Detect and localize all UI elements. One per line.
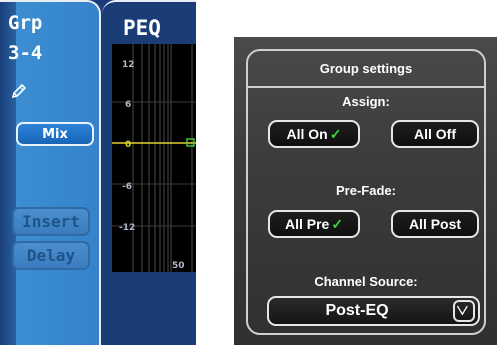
all-post-button[interactable]: All Post (391, 210, 479, 238)
freq-label-50: 50 (172, 261, 185, 271)
db-label-minus-6: -6 (122, 182, 132, 192)
channel-type: Grp (8, 12, 43, 34)
all-on-label: All On (286, 126, 328, 142)
channel-source-label: Channel Source: (314, 274, 418, 289)
assign-label: Assign: (342, 94, 390, 109)
channel-source-value: Post-EQ (325, 302, 389, 319)
pre-fade-label: Pre-Fade: (336, 183, 396, 198)
group-settings-header: Group settings (248, 51, 484, 88)
all-on-button[interactable]: All On ✓ (268, 120, 360, 148)
checkmark-icon: ✓ (331, 216, 344, 232)
insert-button[interactable]: Insert (12, 207, 90, 236)
checkmark-icon: ✓ (329, 126, 342, 142)
channel-panel: Grp 3-4 Mix Insert Delay PEQ 12 6 0 -6 -… (0, 0, 196, 345)
all-off-button[interactable]: All Off (391, 120, 479, 148)
peq-title: PEQ (123, 16, 161, 40)
pencil-icon[interactable] (10, 83, 28, 101)
db-label-6: 6 (125, 100, 131, 110)
db-label-12: 12 (122, 60, 135, 70)
db-label-0: 0 (125, 140, 131, 150)
peq-panel[interactable]: PEQ 12 6 0 -6 -12 50 (102, 0, 196, 345)
delay-button[interactable]: Delay (12, 241, 90, 270)
eq-graph-svg: 12 6 0 -6 -12 50 (112, 44, 196, 272)
all-pre-label: All Pre (284, 216, 330, 232)
chevron-down-icon[interactable] (453, 300, 475, 322)
mix-button[interactable]: Mix (16, 122, 94, 146)
group-settings-title: Group settings (319, 61, 413, 76)
all-pre-button[interactable]: All Pre ✓ (268, 210, 360, 238)
channel-strip: Grp 3-4 Mix Insert Delay (0, 0, 101, 345)
channel-source-dropdown[interactable]: Post-EQ (267, 296, 480, 326)
group-settings-panel: Group settings Assign: All On ✓ All Off P… (234, 37, 497, 345)
eq-graph[interactable]: 12 6 0 -6 -12 50 (112, 44, 196, 272)
channel-number: 3-4 (8, 42, 43, 64)
db-label-minus-12: -12 (119, 223, 135, 233)
group-settings-box: Group settings Assign: All On ✓ All Off P… (246, 49, 486, 335)
